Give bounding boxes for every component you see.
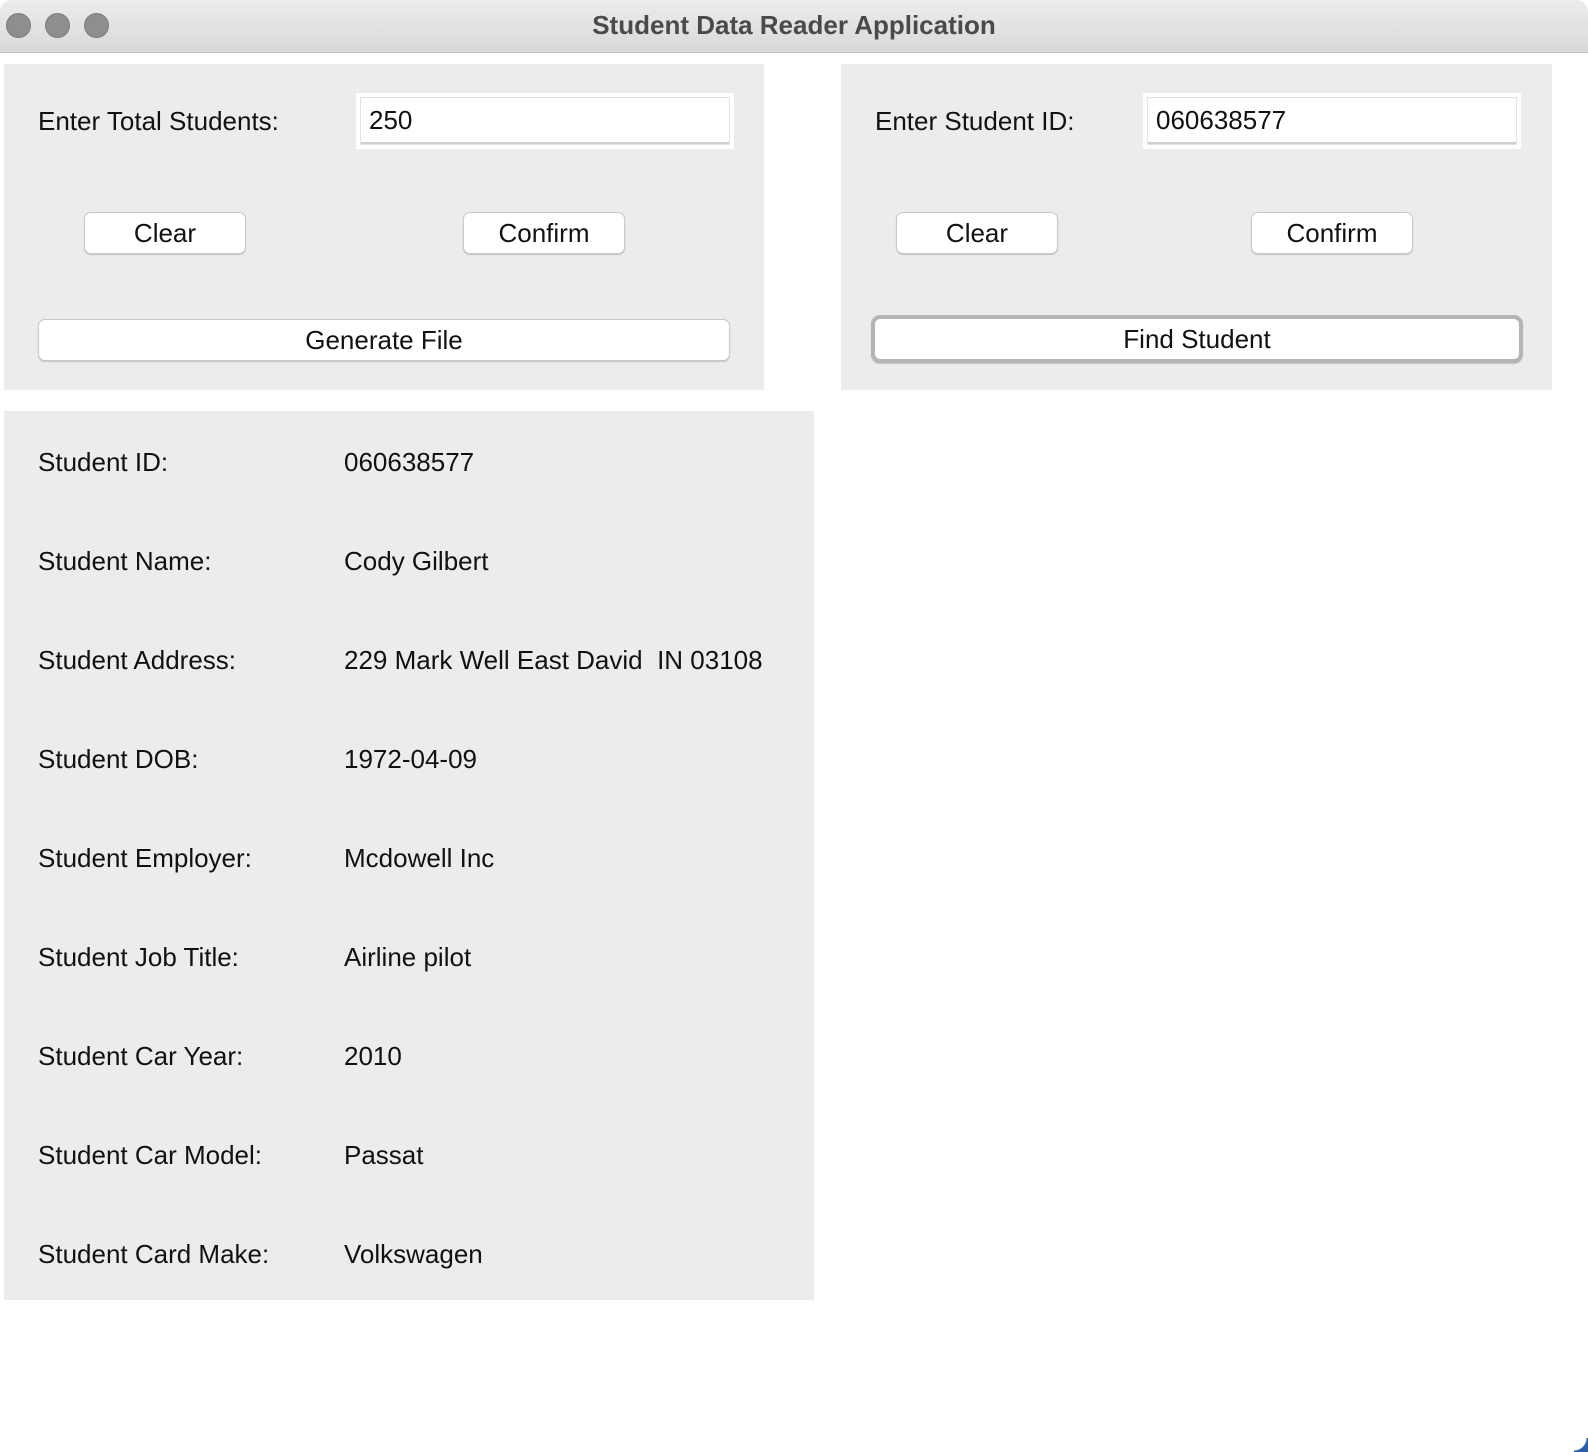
confirm-total-button[interactable]: Confirm: [463, 212, 625, 254]
student-info-panel: Student ID: 060638577 Student Name: Cody…: [4, 411, 814, 1300]
find-student-button[interactable]: Find Student: [871, 315, 1523, 363]
total-students-label: Enter Total Students:: [38, 106, 279, 136]
student-id-field-frame: [1147, 97, 1517, 145]
student-address-value: 229 Mark Well East David IN 03108: [344, 645, 763, 675]
total-students-input[interactable]: [361, 98, 729, 144]
clear-total-button[interactable]: Clear: [84, 212, 246, 254]
student-car-make-value: Volkswagen: [344, 1239, 483, 1269]
title-bar[interactable]: Student Data Reader Application: [0, 0, 1588, 53]
student-id-label: Enter Student ID:: [875, 106, 1075, 136]
student-id-caption: Student ID:: [38, 447, 169, 477]
student-job-title-value: Airline pilot: [344, 942, 472, 972]
student-car-model-value: Passat: [344, 1140, 424, 1170]
confirm-id-button[interactable]: Confirm: [1251, 212, 1413, 254]
app-window: Student Data Reader Application Enter To…: [0, 0, 1588, 1452]
student-address-caption: Student Address:: [38, 645, 237, 675]
student-dob-value: 1972-04-09: [344, 744, 477, 774]
student-employer-caption: Student Employer:: [38, 843, 252, 873]
student-id-value: 060638577: [344, 447, 475, 477]
generate-file-panel: Enter Total Students: Clear Confirm Gene…: [4, 64, 764, 390]
student-name-caption: Student Name:: [38, 546, 212, 576]
student-name-value: Cody Gilbert: [344, 546, 489, 576]
student-car-make-caption: Student Card Make:: [38, 1239, 270, 1269]
student-employer-value: Mcdowell Inc: [344, 843, 495, 873]
window-title: Student Data Reader Application: [592, 10, 996, 40]
student-dob-caption: Student DOB:: [38, 744, 199, 774]
generate-file-button[interactable]: Generate File: [38, 319, 730, 361]
total-students-field-frame: [360, 97, 730, 145]
student-car-model-caption: Student Car Model:: [38, 1140, 263, 1170]
student-car-year-value: 2010: [344, 1041, 402, 1071]
student-car-year-caption: Student Car Year:: [38, 1041, 244, 1071]
student-job-title-caption: Student Job Title:: [38, 942, 239, 972]
find-student-panel: Enter Student ID: Clear Confirm Find Stu…: [841, 64, 1552, 390]
resize-corner-icon[interactable]: [1574, 1438, 1588, 1452]
clear-id-button[interactable]: Clear: [896, 212, 1058, 254]
student-id-input[interactable]: [1148, 98, 1516, 144]
